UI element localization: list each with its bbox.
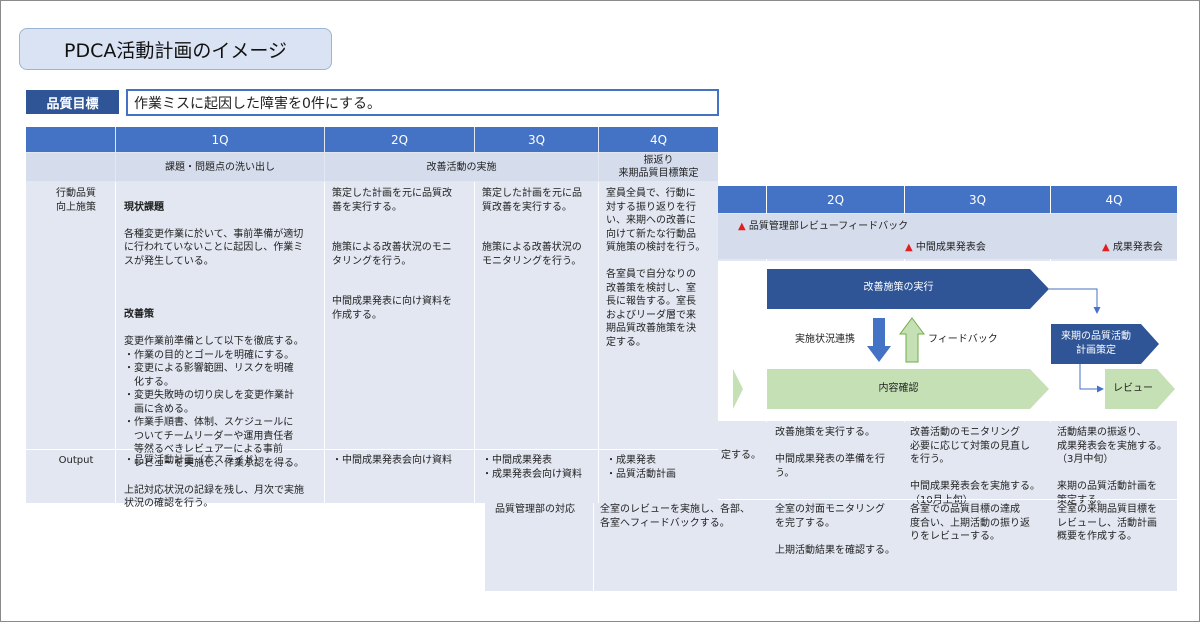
phase-empty (26, 153, 115, 181)
output-1q: ・品質活動計画（本スライド） (124, 455, 264, 466)
status-link-label: 実施状況連携 (795, 334, 855, 345)
qm-row-2q: 全室の対面モニタリング を完了する。 上期活動結果を確認する。 (775, 504, 895, 556)
q4-content: 室員全員で、行動に 対する振り返りを行 い、来期への改善に 向けて新たな行動品 … (606, 188, 706, 348)
status-down-arrow (867, 318, 891, 362)
review-label: レビュー (1113, 383, 1153, 394)
back-header-3q: 3Q (968, 192, 987, 207)
back-header-2q: 2Q (826, 192, 845, 207)
goal-value: 作業ミスに起因した障害を0件にする。 (126, 89, 719, 116)
qm-row-label: 品質管理部の対応 (495, 504, 575, 515)
phase-2q-3q: 改善活動の実施 (325, 153, 598, 181)
row-label-output: Output (58, 455, 94, 466)
output-2q: ・中間成果発表会向け資料 (332, 455, 452, 466)
output-3q: ・中間成果発表 ・成果発表会向け資料 (482, 455, 582, 480)
front-header-3q: 3Q (475, 127, 598, 152)
milestone-review-feedback: ▲ 品質管理部レビューフィードバック (738, 221, 909, 232)
front-header-1q: 1Q (116, 127, 324, 152)
implement-label: 改善施策の実行 (863, 282, 934, 293)
slide-frame: PDCA活動計画のイメージ 品質目標 作業ミスに起因した障害を0件にする。 2Q… (0, 0, 1200, 622)
milestone-mid-report: ▲ 中間成果発表会 (905, 242, 986, 253)
front-header-empty (26, 127, 115, 152)
front-plan-table: 1Q 2Q 3Q 4Q 課題・問題点の洗い出し 改善活動の実施 振返り 来期品質… (26, 127, 718, 509)
back-header-4q: 4Q (1105, 192, 1123, 207)
feedback-label: フィードバック (928, 334, 998, 345)
qm-row-1q: 全室のレビューを実施し、各部、 各室へフィードバックする。 (600, 504, 750, 529)
next-plan-label: 来期の品質活動 計画策定 (1061, 331, 1131, 356)
phase-4q: 振返り 来期品質目標策定 (599, 153, 718, 181)
q3-content: 策定した計画を元に品 質改善を実行する。 施策による改善状況の モニタリングを行… (482, 188, 582, 267)
q1-heading-improvement: 改善策 (124, 309, 154, 320)
qm-row-4q: 全室の来期品質目標を レビューし、活動計画 概要を作成する。 (1057, 504, 1157, 542)
slide-title: PDCA活動計画のイメージ (19, 28, 332, 70)
milestone-result-report: ▲ 成果発表会 (1102, 242, 1163, 253)
phase-1q: 課題・問題点の洗い出し (116, 153, 324, 181)
back-action-3q: 改善活動のモニタリング 必要に応じて対策の見直し を行う。 中間成果発表会を実施… (910, 427, 1040, 506)
confirm-label: 内容確認 (878, 383, 919, 394)
q1-content: 現状課題 各種変更作業に於いて、事前準備が適切 に行われていないことに起因し、作… (124, 187, 322, 524)
back-row-fragment: 定する。 (721, 450, 761, 461)
back-action-4q: 活動結果の振返り、 成果発表会を実施する。 （3月中旬） 来期の品質活動計画を … (1057, 427, 1167, 506)
qm-row-3q: 各室での品質目標の達成 度合い、上期活動の振り返 りをレビューする。 (910, 504, 1030, 542)
goal-label: 品質目標 (26, 90, 119, 114)
output-4q: ・成果発表 ・品質活動計画 (606, 455, 676, 480)
q2-content: 策定した計画を元に品質改 善を実行する。 施策による改善状況のモニ タリングを行… (332, 188, 452, 321)
row-label-action: 行動品質 向上施策 (56, 188, 96, 213)
back-action-2q: 改善施策を実行する。 中間成果発表の準備を行う。 (775, 427, 885, 479)
front-header-2q: 2Q (325, 127, 474, 152)
q1-heading-current-issue: 現状課題 (124, 201, 164, 213)
front-header-4q: 4Q (599, 127, 718, 152)
q1-current-issue-text: 各種変更作業に於いて、事前準備が適切 に行われていないことに起因し、作業ミ スが… (124, 228, 304, 267)
feedback-up-arrow (899, 317, 925, 363)
q1-improvement-text: 変更作業前準備として以下を徹底する。 ・作業の目的とゴールを明確にする。 ・変更… (124, 336, 304, 509)
